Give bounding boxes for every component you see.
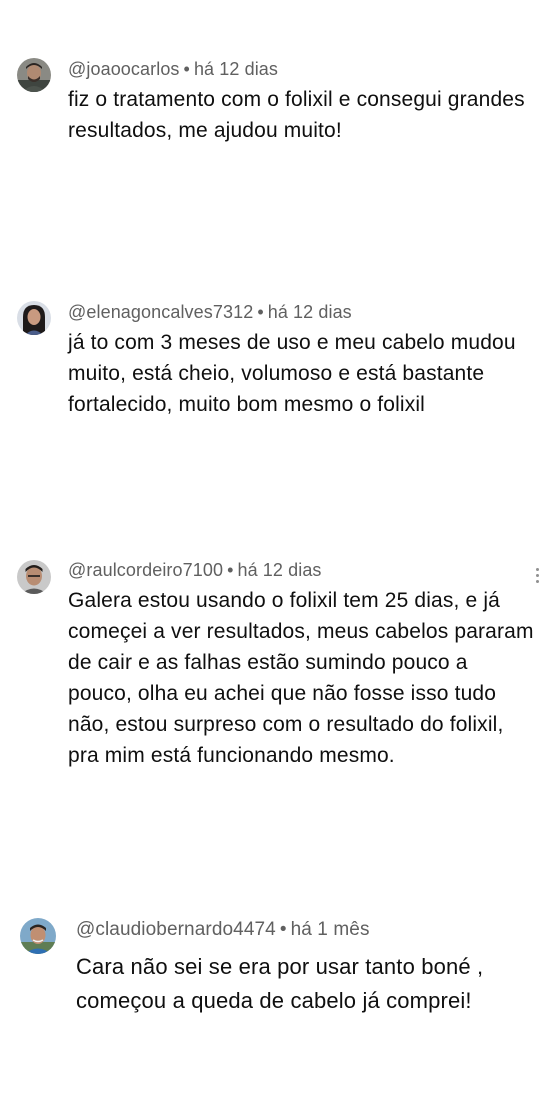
comment-text-line: resultados, me ajudou muito! — [68, 119, 342, 142]
comment-meta: @raulcordeiro7100 • há 12 dias — [68, 560, 322, 581]
comment-text: Cara não sei se era por usar tanto boné … — [76, 950, 483, 1018]
user-avatar[interactable] — [17, 58, 51, 92]
comment-text-line: Cara não sei se era por usar tanto boné … — [76, 954, 484, 979]
comment-text-line: de cair e as falhas estão sumindo pouco … — [68, 651, 468, 674]
comment-time[interactable]: há 12 dias — [194, 59, 278, 79]
user-avatar[interactable] — [17, 301, 51, 335]
comment-meta: @elenagoncalves7312 • há 12 dias — [68, 302, 352, 323]
comment-time[interactable]: há 1 mês — [291, 919, 370, 940]
comment-text-line: pouco, olha eu achei que não fosse isso … — [68, 682, 497, 705]
meta-separator: • — [279, 919, 287, 940]
comment-meta: @claudiobernardo4474 • há 1 mês — [76, 919, 370, 941]
user-avatar[interactable] — [20, 918, 56, 954]
comment-author[interactable]: @joaoocarlos — [68, 59, 180, 79]
comment-text-line: começei a ver resultados, meus cabelos p… — [68, 620, 534, 643]
comment-text-line: Galera estou usando o folixil tem 25 dia… — [68, 589, 500, 612]
meta-separator: • — [227, 560, 234, 580]
user-avatar[interactable] — [17, 560, 51, 594]
comment-text-line: não, estou surpreso com o resultado do f… — [68, 713, 504, 736]
comment-text-line: fiz o tratamento com o folixil e consegu… — [68, 88, 525, 111]
comment-time[interactable]: há 12 dias — [237, 560, 321, 580]
user-avatar-icon — [17, 301, 51, 335]
comment-text-line: pra mim está funcionando mesmo. — [68, 744, 395, 767]
comment-author[interactable]: @elenagoncalves7312 — [68, 302, 253, 322]
comment-text-line: já to com 3 meses de uso e meu cabelo mu… — [68, 331, 516, 354]
comment-author[interactable]: @claudiobernardo4474 — [76, 919, 276, 940]
comment-text-line: muito, está cheio, volumoso e está basta… — [68, 362, 485, 385]
more-options-icon[interactable] — [534, 568, 540, 588]
comment-time[interactable]: há 12 dias — [268, 302, 352, 322]
comment-text: Galera estou usando o folixil tem 25 dia… — [68, 585, 534, 771]
user-avatar-icon — [20, 918, 56, 954]
user-avatar-icon — [17, 560, 51, 594]
meta-separator: • — [257, 302, 264, 322]
user-avatar-icon — [17, 58, 51, 92]
comment-text-line: fortalecido, muito bom mesmo o folixil — [68, 393, 425, 416]
comment-text: fiz o tratamento com o folixil e consegu… — [68, 84, 525, 146]
comment-text-line: começou a queda de cabelo já comprei! — [76, 988, 472, 1013]
meta-separator: • — [183, 59, 190, 79]
comment-author[interactable]: @raulcordeiro7100 — [68, 560, 223, 580]
comment-meta: @joaoocarlos • há 12 dias — [68, 59, 278, 80]
comment-text: já to com 3 meses de uso e meu cabelo mu… — [68, 327, 516, 420]
